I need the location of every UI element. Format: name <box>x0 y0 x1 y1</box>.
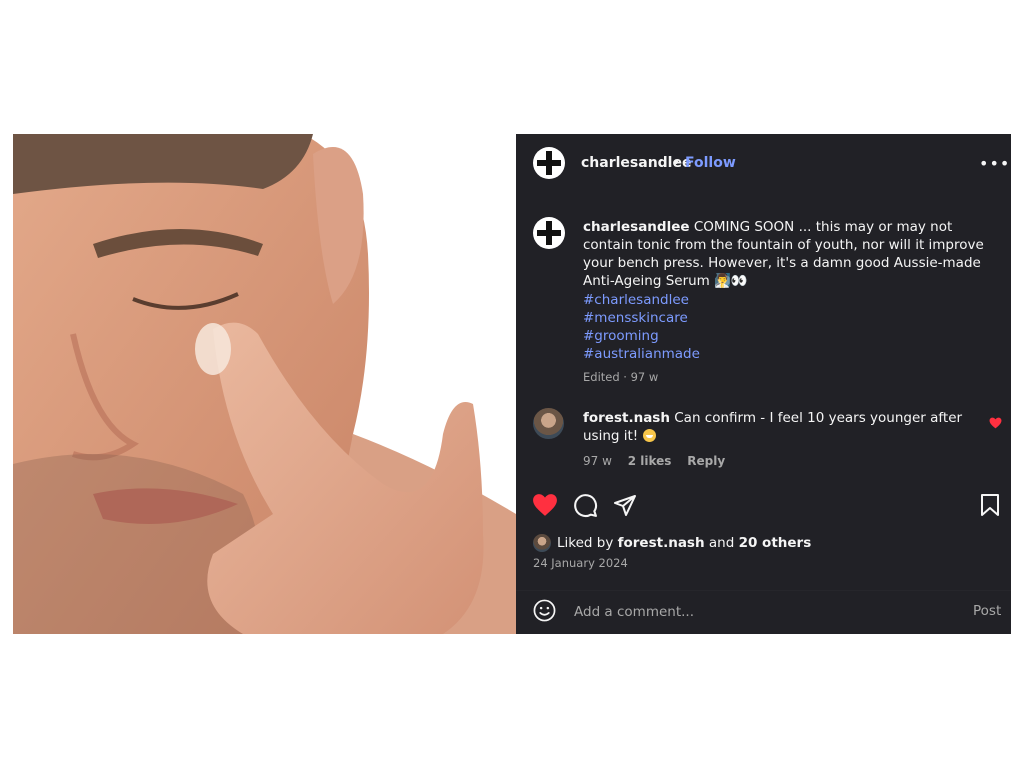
profile-avatar[interactable] <box>533 147 565 179</box>
emoji-picker-icon[interactable] <box>533 599 556 622</box>
comment-icon[interactable] <box>573 493 598 518</box>
comment-meta: 97 w 2 likes Reply <box>583 454 737 468</box>
post-panel: charlesandlee • Follow ••• charlesandlee… <box>516 134 1011 634</box>
post-comment-button[interactable]: Post <box>973 603 1001 619</box>
comment-input[interactable] <box>572 601 956 623</box>
post-date: 24 January 2024 <box>533 556 628 570</box>
divider <box>516 590 1011 591</box>
follow-button[interactable]: Follow <box>685 155 736 171</box>
hashtag-link[interactable]: #mensskincare <box>583 309 700 327</box>
reply-button[interactable]: Reply <box>687 454 725 468</box>
comment-likes-link[interactable]: 2 likes <box>628 454 672 468</box>
post-image[interactable] <box>13 134 516 634</box>
separator-dot: • <box>672 155 681 171</box>
grin-emoji-icon <box>642 429 656 442</box>
likes-middle: and <box>704 535 739 551</box>
hashtag-list: #charlesandlee #mensskincare #grooming #… <box>583 291 700 363</box>
man-applying-serum-illustration <box>13 134 516 634</box>
likes-prefix: Liked by <box>557 535 618 551</box>
heart-icon[interactable] <box>532 493 558 517</box>
liker-avatar[interactable] <box>533 534 551 552</box>
commenter-avatar[interactable] <box>533 408 564 439</box>
share-icon[interactable] <box>613 493 637 517</box>
bookmark-icon[interactable] <box>979 493 1001 517</box>
comment-text-block: forest.nash Can confirm - I feel 10 year… <box>583 409 973 445</box>
likes-summary: Liked by forest.nash and 20 others <box>557 535 811 551</box>
hashtag-link[interactable]: #australianmade <box>583 345 700 363</box>
edited-timestamp: Edited · 97 w <box>583 370 659 384</box>
hashtag-link[interactable]: #charlesandlee <box>583 291 700 309</box>
hashtag-link[interactable]: #grooming <box>583 327 700 345</box>
comment-time: 97 w <box>583 454 612 468</box>
caption-avatar[interactable] <box>533 217 565 249</box>
comment-like-heart-icon[interactable] <box>989 417 1002 429</box>
caption-username[interactable]: charlesandlee <box>583 219 690 235</box>
more-options-icon[interactable]: ••• <box>979 154 1010 173</box>
post-caption: charlesandlee COMING SOON ... this may o… <box>583 218 1003 290</box>
liker-username[interactable]: forest.nash <box>618 535 705 551</box>
likes-others-link[interactable]: 20 others <box>739 535 812 551</box>
comment-username[interactable]: forest.nash <box>583 410 670 426</box>
